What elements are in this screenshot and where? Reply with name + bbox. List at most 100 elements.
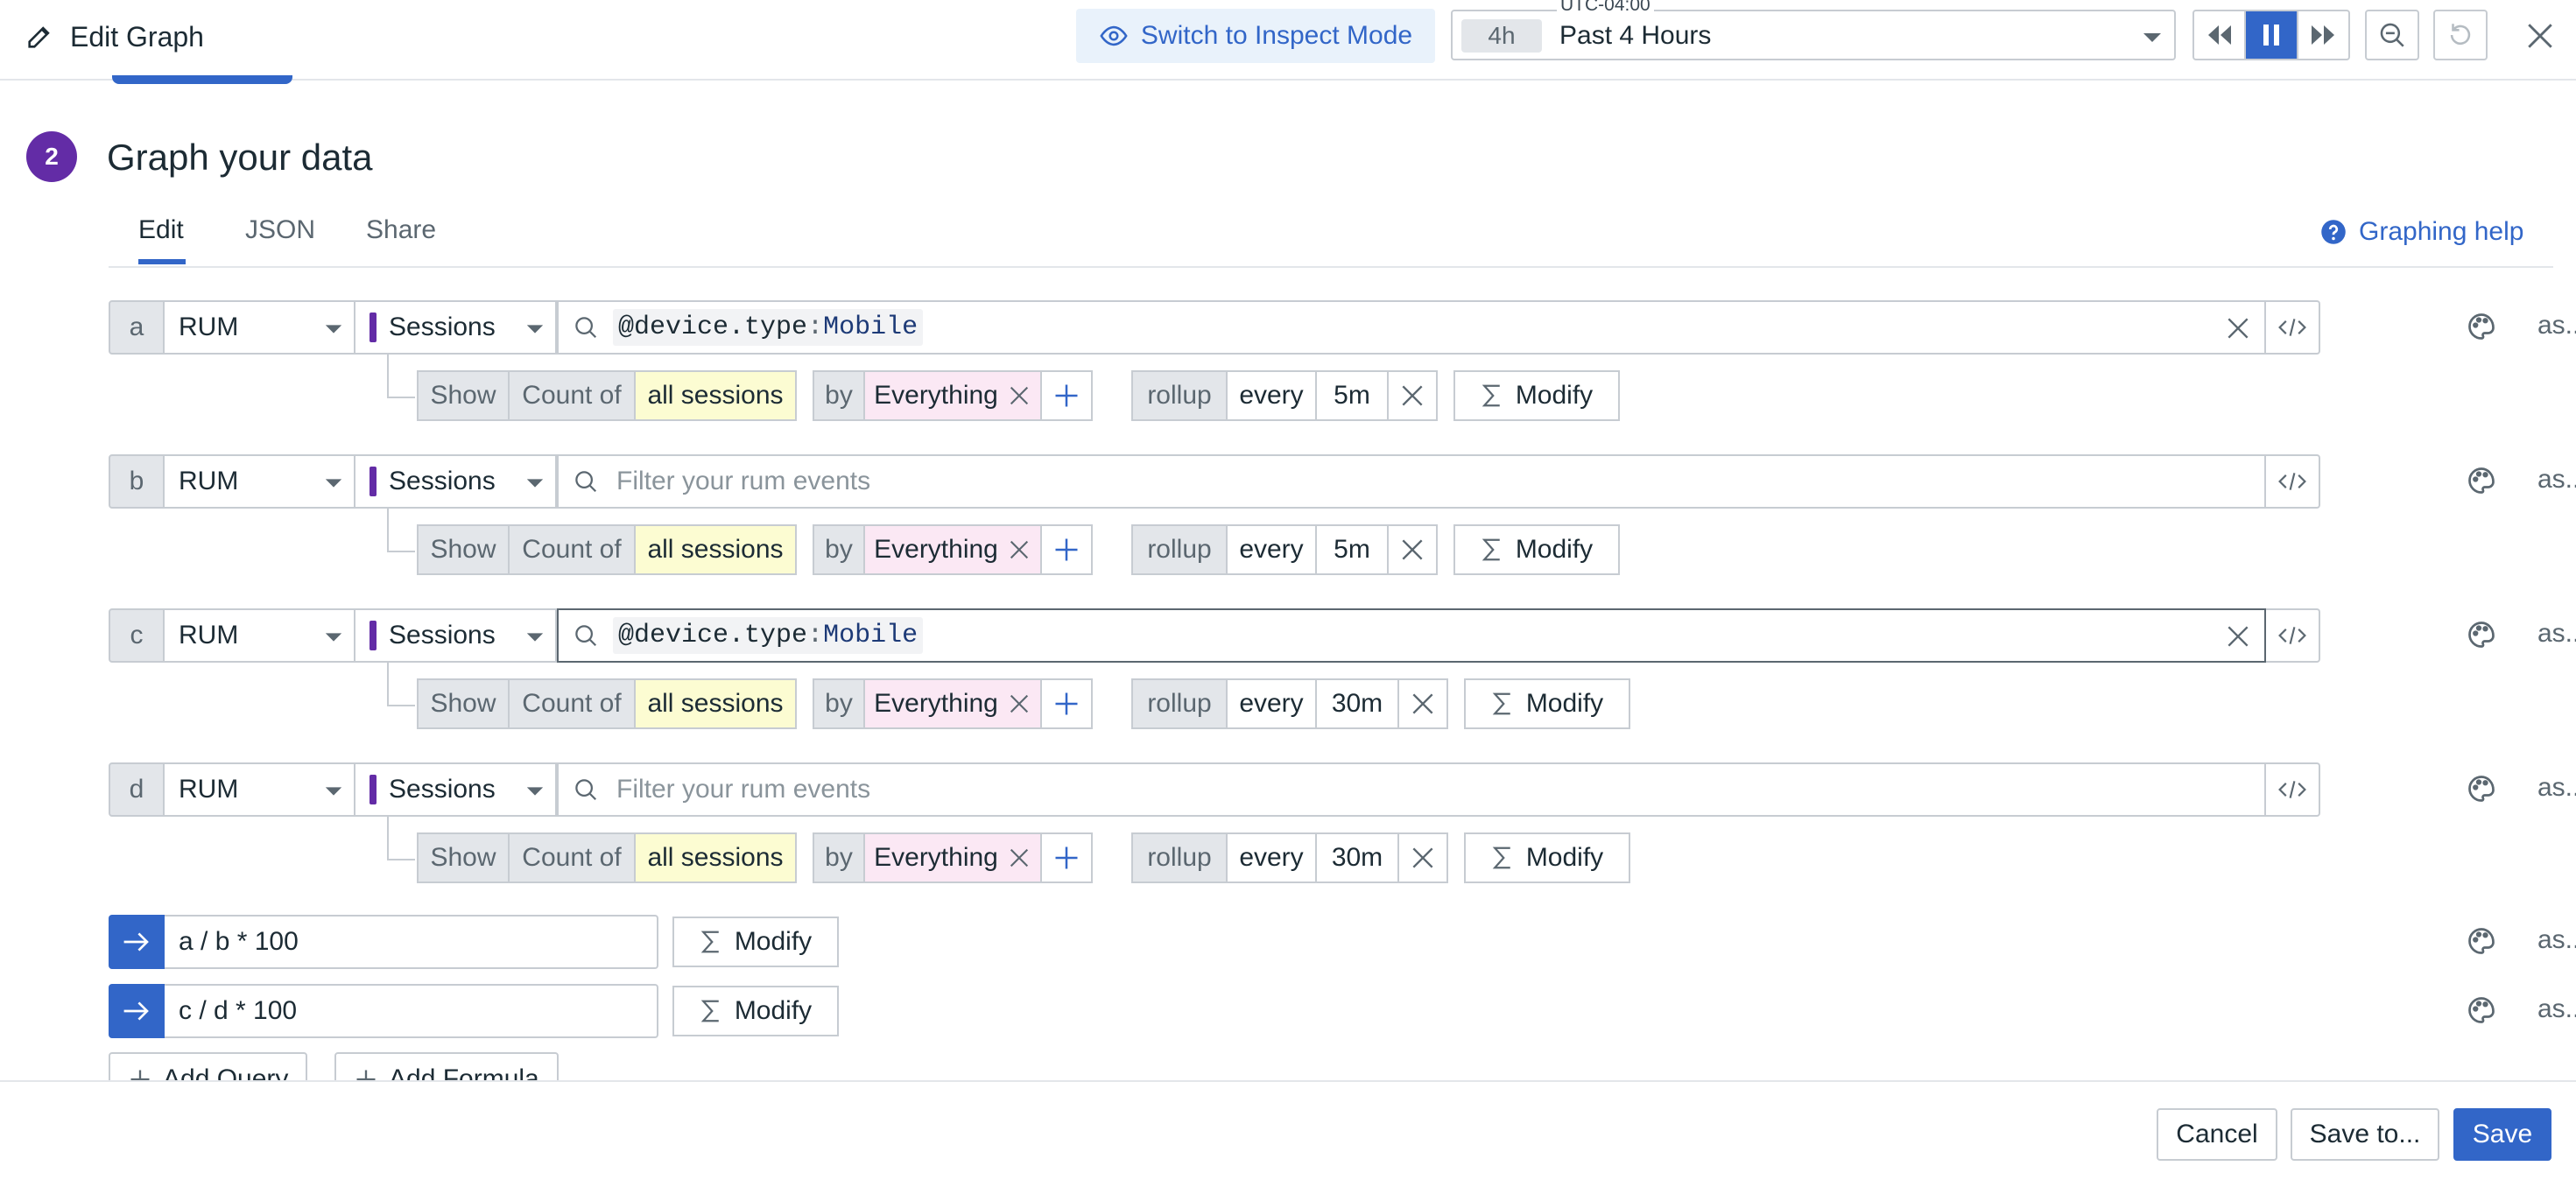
aggregation-select[interactable]: Count of	[508, 832, 636, 883]
add-group-button[interactable]	[1040, 832, 1093, 883]
zoom-out-button[interactable]	[2365, 10, 2419, 60]
data-source-select[interactable]: RUM	[165, 300, 355, 355]
remove-group-icon[interactable]	[1007, 537, 1031, 562]
filter-token[interactable]: @device.type:Mobile	[613, 309, 924, 346]
alias-label[interactable]: as...	[2537, 925, 2576, 955]
clear-filter-icon[interactable]	[2224, 622, 2252, 650]
data-source-select[interactable]: RUM	[165, 454, 355, 509]
query-filter-input[interactable]: @device.type:Mobile	[557, 608, 2266, 663]
group-by-select[interactable]: Everything	[863, 370, 1042, 421]
sigma-icon	[700, 998, 722, 1024]
group-by-select[interactable]: Everything	[863, 524, 1042, 575]
alias-label[interactable]: as...	[2537, 773, 2576, 803]
code-editor-toggle[interactable]	[2266, 454, 2320, 509]
remove-group-icon[interactable]	[1007, 383, 1031, 408]
rollup-interval-select[interactable]: 30m	[1315, 832, 1399, 883]
measure-select[interactable]: all sessions	[634, 524, 797, 575]
code-editor-toggle[interactable]	[2266, 300, 2320, 355]
aggregation-select[interactable]: Count of	[508, 678, 636, 729]
remove-rollup-button[interactable]	[1387, 370, 1438, 421]
timezone-label: UTC-04:00	[1557, 0, 1654, 16]
dataset-select[interactable]: Sessions	[355, 300, 557, 355]
aggregation-select[interactable]: Count of	[508, 524, 636, 575]
rollup-interval-select[interactable]: 5m	[1315, 524, 1389, 575]
tab-share[interactable]: Share	[366, 215, 436, 245]
group-by-label: by	[813, 524, 865, 575]
modify-button[interactable]: Modify	[1464, 832, 1630, 883]
formula-modify-button[interactable]: Modify	[672, 986, 839, 1036]
palette-icon[interactable]	[2466, 465, 2497, 496]
remove-group-icon[interactable]	[1007, 692, 1031, 716]
dataset-select[interactable]: Sessions	[355, 608, 557, 663]
measure-select[interactable]: all sessions	[634, 678, 797, 729]
fast-forward-button[interactable]	[2296, 11, 2348, 59]
reset-button[interactable]	[2433, 10, 2488, 60]
query-filter-input[interactable]: Filter your rum events	[557, 762, 2266, 817]
alias-label[interactable]: as...	[2537, 311, 2576, 341]
formula-input[interactable]: c / d * 100	[165, 984, 658, 1038]
measure-select[interactable]: all sessions	[634, 832, 797, 883]
query-letter[interactable]: b	[109, 454, 165, 509]
rollup-interval-select[interactable]: 5m	[1315, 370, 1389, 421]
measure-select[interactable]: all sessions	[634, 370, 797, 421]
code-editor-toggle[interactable]	[2266, 762, 2320, 817]
dataset-label: Sessions	[389, 775, 496, 804]
title-group: Edit Graph	[25, 18, 204, 56]
plus-icon	[1053, 691, 1080, 717]
palette-icon[interactable]	[2466, 925, 2497, 957]
data-source-select[interactable]: RUM	[165, 608, 355, 663]
dataset-select[interactable]: Sessions	[355, 762, 557, 817]
add-group-button[interactable]	[1040, 370, 1093, 421]
filter-token[interactable]: @device.type:Mobile	[613, 617, 924, 654]
save-to-button[interactable]: Save to...	[2291, 1108, 2439, 1161]
plus-icon	[1053, 537, 1080, 563]
palette-icon[interactable]	[2466, 773, 2497, 804]
rollup-interval-select[interactable]: 30m	[1315, 678, 1399, 729]
code-editor-toggle[interactable]	[2266, 608, 2320, 663]
alias-label[interactable]: as...	[2537, 465, 2576, 495]
alias-label[interactable]: as...	[2537, 619, 2576, 649]
palette-icon[interactable]	[2466, 619, 2497, 650]
modify-button[interactable]: Modify	[1453, 524, 1620, 575]
close-button[interactable]	[2518, 14, 2562, 58]
graphing-help-link[interactable]: Graphing help	[2320, 217, 2523, 247]
remove-rollup-button[interactable]	[1397, 678, 1448, 729]
data-source-label: RUM	[179, 621, 239, 650]
query-letter[interactable]: c	[109, 608, 165, 663]
group-by-select[interactable]: Everything	[863, 832, 1042, 883]
caret-down-icon	[2142, 32, 2163, 44]
cancel-button[interactable]: Cancel	[2157, 1108, 2277, 1161]
query-row: a RUM Sessions @device.type:Mobile as...	[109, 300, 2576, 355]
dataset-select[interactable]: Sessions	[355, 454, 557, 509]
rewind-button[interactable]	[2194, 11, 2244, 59]
remove-rollup-button[interactable]	[1387, 524, 1438, 575]
pause-button[interactable]	[2244, 11, 2297, 59]
group-by-label: by	[813, 370, 865, 421]
switch-inspect-mode-button[interactable]: Switch to Inspect Mode	[1076, 9, 1435, 63]
group-by-select[interactable]: Everything	[863, 678, 1042, 729]
section-title: Graph your data	[107, 137, 373, 178]
remove-group-icon[interactable]	[1007, 846, 1031, 870]
query-letter[interactable]: a	[109, 300, 165, 355]
time-range-picker[interactable]: 4h Past 4 Hours	[1451, 10, 2176, 60]
tab-edit[interactable]: Edit	[138, 215, 184, 245]
remove-rollup-button[interactable]	[1397, 832, 1448, 883]
add-group-button[interactable]	[1040, 678, 1093, 729]
query-letter[interactable]: d	[109, 762, 165, 817]
aggregation-select[interactable]: Count of	[508, 370, 636, 421]
group-by-label: by	[813, 832, 865, 883]
formula-input[interactable]: a / b * 100	[165, 915, 658, 969]
add-group-button[interactable]	[1040, 524, 1093, 575]
query-filter-input[interactable]: Filter your rum events	[557, 454, 2266, 509]
save-button[interactable]: Save	[2453, 1108, 2551, 1161]
clear-filter-icon[interactable]	[2224, 314, 2252, 342]
alias-label[interactable]: as...	[2537, 994, 2576, 1024]
data-source-select[interactable]: RUM	[165, 762, 355, 817]
tab-json[interactable]: JSON	[245, 215, 315, 245]
palette-icon[interactable]	[2466, 994, 2497, 1026]
query-filter-input[interactable]: @device.type:Mobile	[557, 300, 2266, 355]
modify-button[interactable]: Modify	[1453, 370, 1620, 421]
modify-button[interactable]: Modify	[1464, 678, 1630, 729]
palette-icon[interactable]	[2466, 311, 2497, 342]
formula-modify-button[interactable]: Modify	[672, 917, 839, 967]
